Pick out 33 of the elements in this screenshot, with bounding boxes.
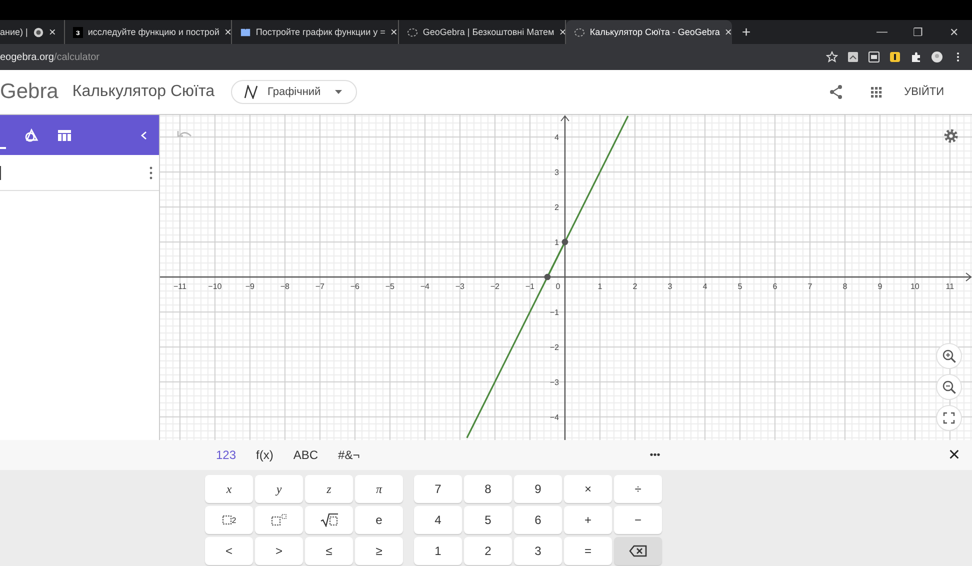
tick-label: −7: [315, 282, 325, 291]
tick-label: −5: [385, 282, 395, 291]
tick-label: −3: [455, 282, 465, 291]
tick-label: −2: [490, 282, 500, 291]
tick-label: −4: [420, 282, 430, 291]
tick-label: −1: [525, 282, 535, 291]
tick-label: −11: [173, 282, 186, 291]
tick-label: 3: [668, 282, 672, 291]
origin-label: 0: [556, 282, 560, 291]
tick-label: −9: [245, 282, 254, 291]
tick-label: 2: [632, 282, 638, 291]
tick-label: −4: [550, 412, 559, 422]
tick-label: −10: [208, 282, 222, 291]
tick-label: 3: [554, 168, 559, 178]
tick-label: −1: [550, 308, 559, 317]
tick-label: 4: [702, 282, 708, 291]
tick-label: 5: [738, 282, 742, 291]
tick-label: −3: [550, 378, 559, 387]
tick-label: 4: [554, 133, 559, 142]
app-title: Калькулятор Сюїта: [72, 83, 215, 101]
tick-label: 11: [946, 282, 954, 291]
tick-label: 9: [878, 282, 882, 291]
tick-label: 1: [598, 282, 602, 291]
tick-label: 7: [808, 282, 812, 291]
tick-label: 10: [910, 282, 920, 291]
tick-label: −2: [550, 342, 559, 352]
tick-label: −6: [350, 282, 360, 291]
tick-label: 1: [554, 238, 559, 247]
site-favicon: з: [72, 26, 83, 38]
tick-label: 8: [842, 282, 848, 291]
tick-label: 6: [772, 282, 778, 291]
tick-label: −8: [280, 282, 290, 291]
tick-label: 2: [554, 203, 559, 212]
